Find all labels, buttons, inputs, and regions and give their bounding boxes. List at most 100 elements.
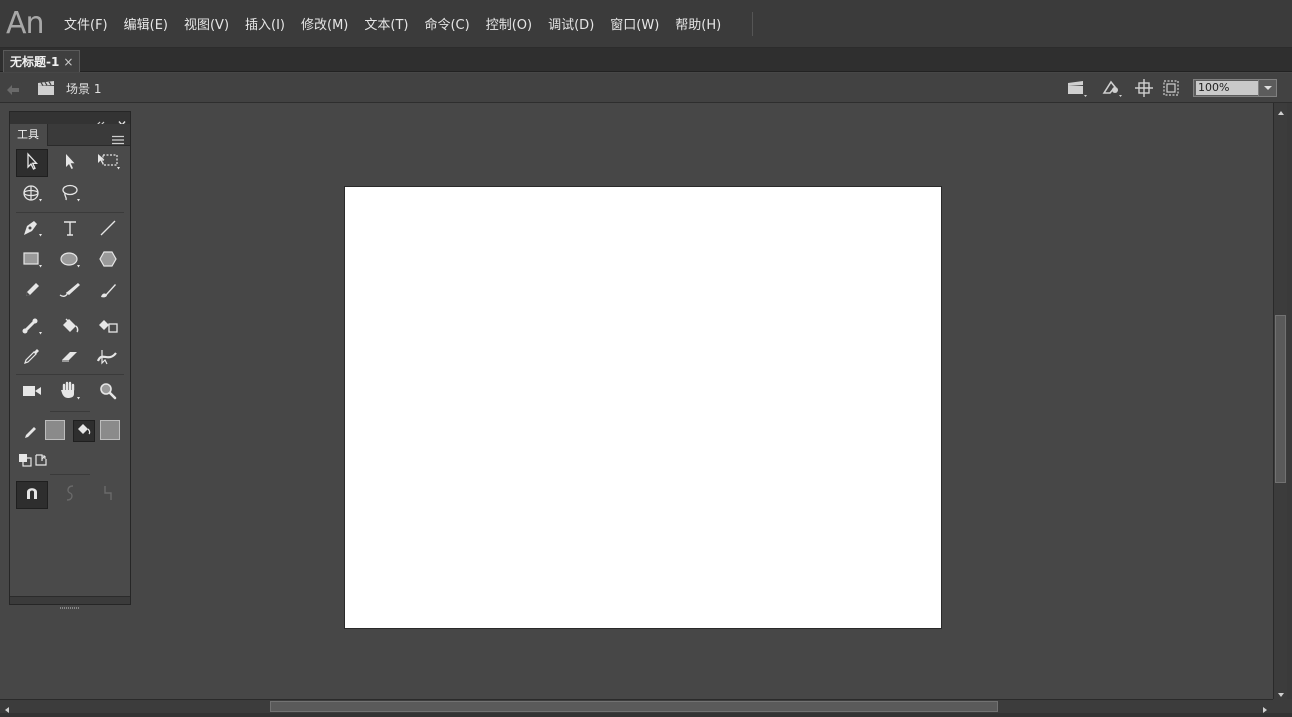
subselection-tool[interactable] [54,149,86,177]
scroll-right-icon[interactable] [1259,701,1271,713]
stage-canvas[interactable] [344,186,942,629]
line-tool-icon [99,219,117,241]
rectangle-tool-icon [21,249,43,273]
width-tool-icon [96,347,120,369]
window-bottom-edge [0,713,1292,717]
menu-edit[interactable]: 编辑(E) [124,14,168,33]
pencil-tool[interactable] [16,278,48,306]
subselection-tool-icon [62,152,78,174]
menu-control[interactable]: 控制(O) [486,14,532,33]
menu-bar: An 文件(F) 编辑(E) 视图(V) 插入(I) 修改(M) 文本(T) 命… [0,0,1292,48]
scene-label: 场景 1 [66,82,102,96]
tools-panel-header: 工具 [10,124,130,146]
stroke-color-swatch[interactable] [45,420,65,440]
edit-bar: 场景 1 100% [0,73,1292,103]
menu-text[interactable]: 文本(T) [364,14,408,33]
paint-brush-tool-icon [58,281,82,303]
paint-bucket-tool-icon [59,316,81,340]
camera-tool[interactable] [16,379,48,407]
hand-tool[interactable] [54,379,86,407]
panel-resize-gripper[interactable] [10,596,130,609]
pen-tool[interactable] [16,216,48,244]
snap-to-objects-toggle[interactable] [16,481,48,509]
paint-brush-tool[interactable] [54,278,86,306]
edit-symbols-icon[interactable] [1101,78,1123,98]
black-white-icon[interactable] [18,452,32,471]
window-right-edge [1287,103,1292,699]
smooth-icon [63,484,77,506]
polystar-tool[interactable] [92,247,124,275]
straighten-option[interactable] [92,481,124,509]
rectangle-tool[interactable] [16,247,48,275]
tools-panel: 工具 [9,111,131,609]
document-tab[interactable]: 无标题-1 × [3,50,81,72]
center-stage-icon[interactable] [1134,78,1156,98]
panel-menu-icon[interactable] [112,130,124,149]
app-logo: An [6,6,45,41]
menu-window[interactable]: 窗口(W) [610,14,659,33]
bone-tool[interactable] [16,314,48,342]
pencil-tool-icon [23,281,41,303]
hand-tool-icon [59,381,81,405]
fill-bucket-icon [76,421,92,441]
lasso-tool[interactable] [54,181,86,209]
ink-bottle-tool[interactable] [92,314,124,342]
back-arrow-icon[interactable] [6,81,20,100]
menu-insert[interactable]: 插入(I) [245,14,285,33]
menu-divider [752,12,753,36]
3d-rotation-tool[interactable] [16,181,48,209]
swap-colors-icon[interactable] [34,452,48,471]
width-tool[interactable] [92,344,124,372]
text-tool[interactable] [54,216,86,244]
vertical-scroll-thumb[interactable] [1275,315,1286,483]
menu-file[interactable]: 文件(F) [64,14,108,33]
paint-bucket-tool[interactable] [54,314,86,342]
menu-commands[interactable]: 命令(C) [424,14,469,33]
document-tab-bar: 无标题-1 × [0,48,1292,72]
eraser-tool-icon [60,347,80,369]
horizontal-scroll-thumb[interactable] [270,701,998,712]
menu-modify[interactable]: 修改(M) [301,14,348,33]
brush-tool[interactable] [92,278,124,306]
fill-color-swatch[interactable] [100,420,120,440]
close-tab-icon[interactable]: × [63,55,73,69]
straighten-icon [101,484,115,506]
zoom-tool[interactable] [92,379,124,407]
scroll-left-icon[interactable] [1,701,13,713]
scroll-up-icon[interactable] [1275,104,1287,116]
menu-debug[interactable]: 调试(D) [548,14,594,33]
tool-group-divider [16,212,124,213]
free-transform-tool[interactable] [92,149,124,177]
ink-bottle-tool-icon [96,316,120,340]
scroll-down-icon[interactable] [1275,686,1287,698]
document-tab-label: 无标题-1 [10,55,60,69]
edit-scene-icon[interactable] [1066,78,1088,98]
tool-group-divider [16,374,124,375]
clip-to-stage-icon[interactable] [1161,78,1183,98]
magnet-icon [24,485,40,505]
polystar-tool-icon [98,250,118,272]
line-tool[interactable] [92,216,124,244]
menu-view[interactable]: 视图(V) [184,14,229,33]
camera-tool-icon [21,383,43,403]
vertical-scrollbar[interactable] [1273,103,1287,700]
oval-tool-icon [59,249,81,273]
3d-rotation-tool-icon [21,183,43,207]
selection-tool[interactable] [16,149,48,177]
eraser-tool[interactable] [54,344,86,372]
zoom-value[interactable]: 100% [1196,81,1258,95]
animate-window: An 文件(F) 编辑(E) 视图(V) 插入(I) 修改(M) 文本(T) 命… [0,0,1292,717]
tools-panel-titlebar[interactable] [10,112,130,129]
menu-help[interactable]: 帮助(H) [675,14,721,33]
fill-color-toggle[interactable] [73,420,95,442]
text-tool-icon [62,219,78,241]
zoom-dropdown-arrow[interactable] [1258,80,1276,96]
zoom-select[interactable]: 100% [1193,79,1277,97]
tools-panel-title[interactable]: 工具 [10,124,48,146]
eyedropper-tool[interactable] [16,344,48,372]
horizontal-scrollbar[interactable] [0,699,1273,713]
smooth-option[interactable] [54,481,86,509]
eyedropper-tool-icon [23,347,41,369]
bone-tool-icon [21,316,43,340]
oval-tool[interactable] [54,247,86,275]
